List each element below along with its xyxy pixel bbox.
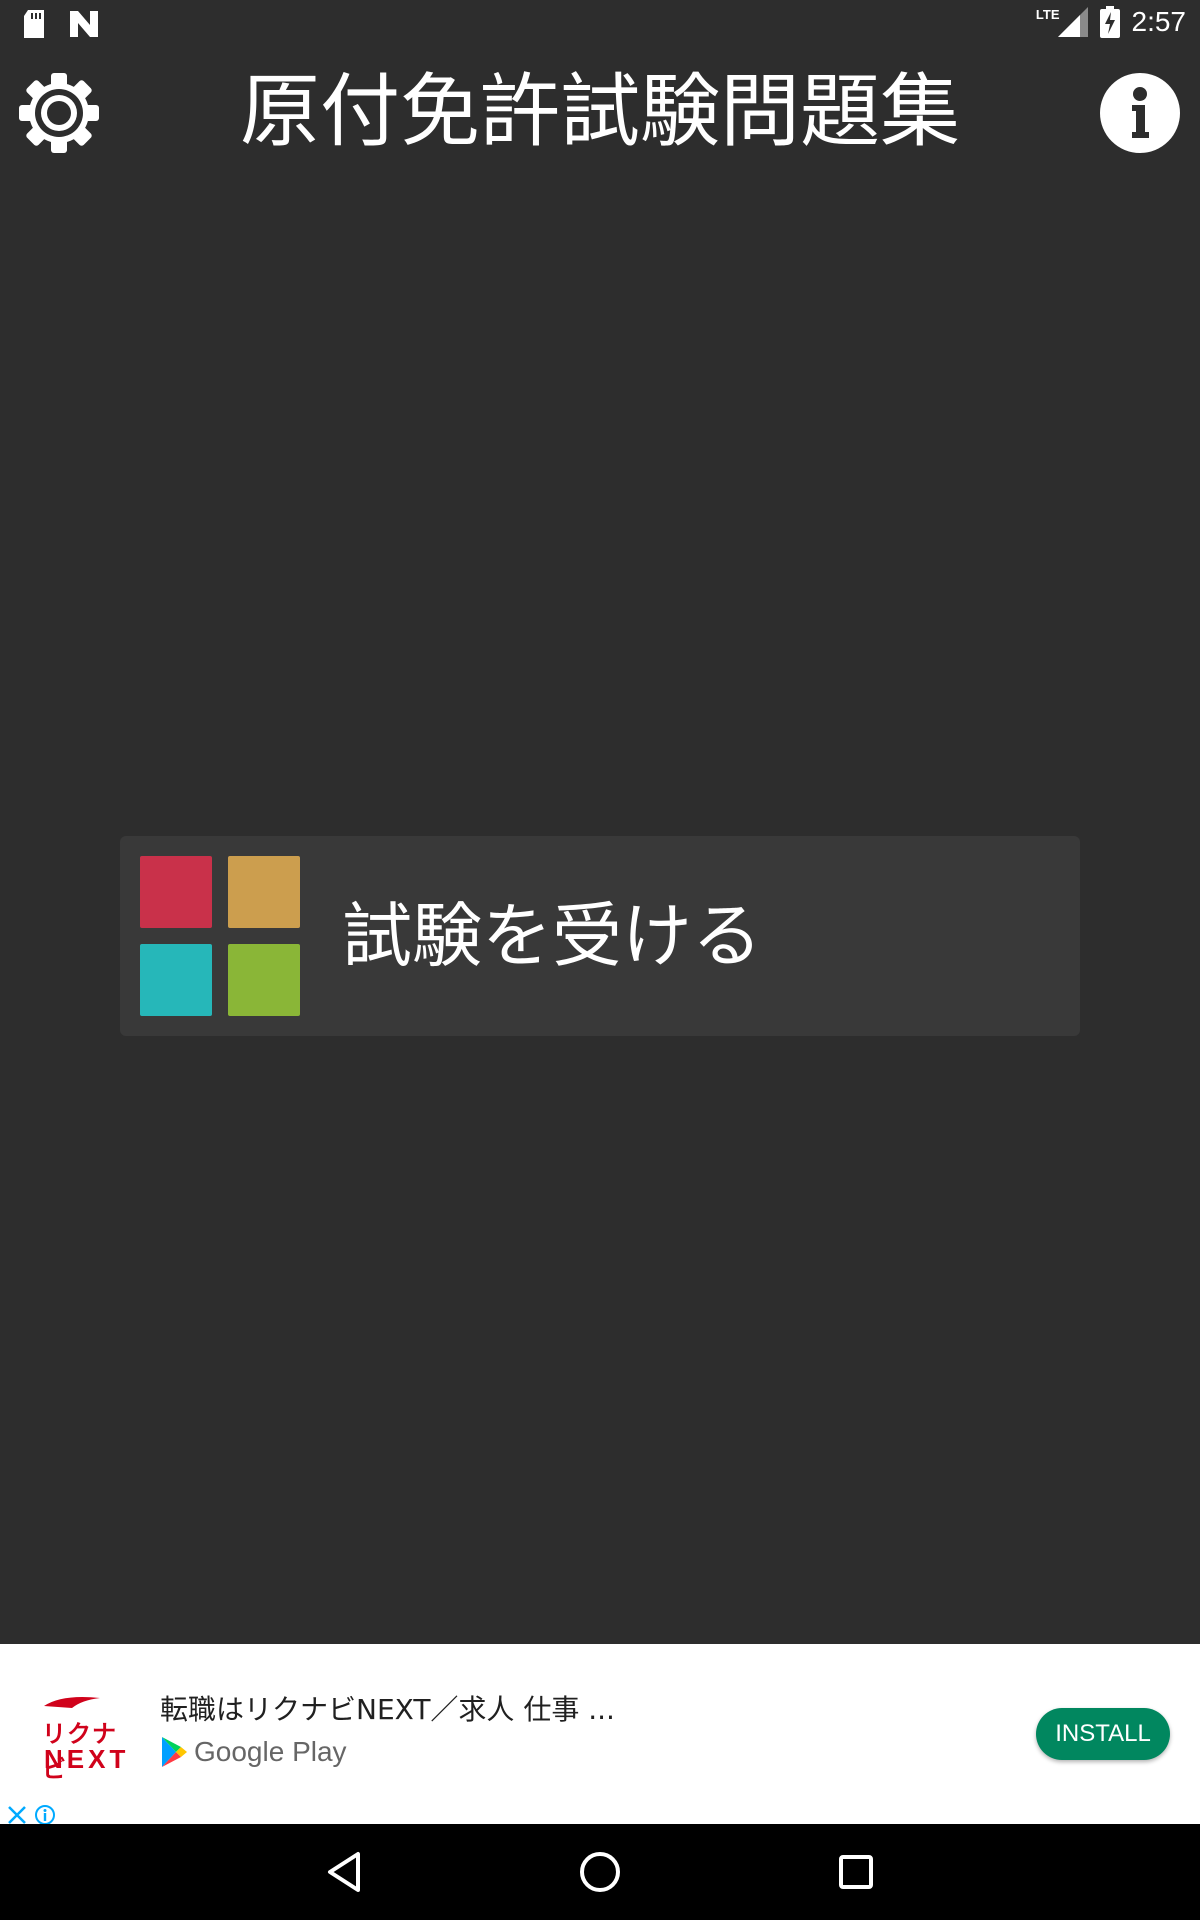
take-exam-button[interactable]: 試験を受ける <box>120 836 1080 1036</box>
home-icon <box>580 1852 620 1892</box>
ad-headline[interactable]: 転職はリクナビNEXT／求人 仕事 ... <box>160 1688 615 1728</box>
install-button[interactable]: INSTALL <box>1036 1708 1170 1760</box>
ad-banner[interactable]: リクナビ NEXT 転職はリクナビNEXT／求人 仕事 ... Google P… <box>0 1644 1200 1826</box>
back-button[interactable] <box>314 1842 374 1902</box>
ad-store[interactable]: Google Play <box>160 1736 347 1768</box>
nav-bar <box>0 1824 1200 1920</box>
back-icon <box>328 1852 360 1892</box>
rikunabi-swoosh-icon <box>44 1697 100 1708</box>
info-icon <box>1100 73 1180 153</box>
status-left-icons <box>22 10 98 38</box>
google-play-icon <box>162 1737 187 1767</box>
recents-icon <box>839 1855 873 1889</box>
ad-logo-en: NEXT <box>44 1744 130 1774</box>
settings-button[interactable] <box>16 70 102 156</box>
tile-green-icon <box>228 944 300 1016</box>
info-button[interactable] <box>1097 70 1183 156</box>
tile-red-icon <box>140 856 212 928</box>
home-button[interactable] <box>570 1842 630 1902</box>
app-header: 原付免許試験問題集 <box>0 48 1200 178</box>
battery-charging-icon <box>1099 6 1120 38</box>
n-logo-icon <box>70 11 98 37</box>
status-right-icons: LTE 2:57 <box>1036 6 1186 38</box>
take-exam-label: 試験を受ける <box>342 895 762 977</box>
tile-orange-icon <box>228 856 300 928</box>
close-icon[interactable] <box>6 1804 28 1826</box>
sd-card-icon <box>24 10 44 38</box>
recents-button[interactable] <box>826 1842 886 1902</box>
tile-teal-icon <box>140 944 212 1016</box>
cell-signal-icon <box>1057 7 1088 37</box>
ad-store-label: Google Play <box>194 1736 347 1767</box>
status-bar: LTE 2:57 <box>0 0 1200 48</box>
status-time: 2:57 <box>1131 6 1187 37</box>
page-title: 原付免許試験問題集 <box>240 65 960 158</box>
lte-icon: LTE <box>1035 6 1060 22</box>
ad-logo[interactable]: リクナビ NEXT <box>34 1694 125 1783</box>
ad-info-icon[interactable] <box>34 1804 56 1826</box>
gear-icon <box>19 73 99 153</box>
